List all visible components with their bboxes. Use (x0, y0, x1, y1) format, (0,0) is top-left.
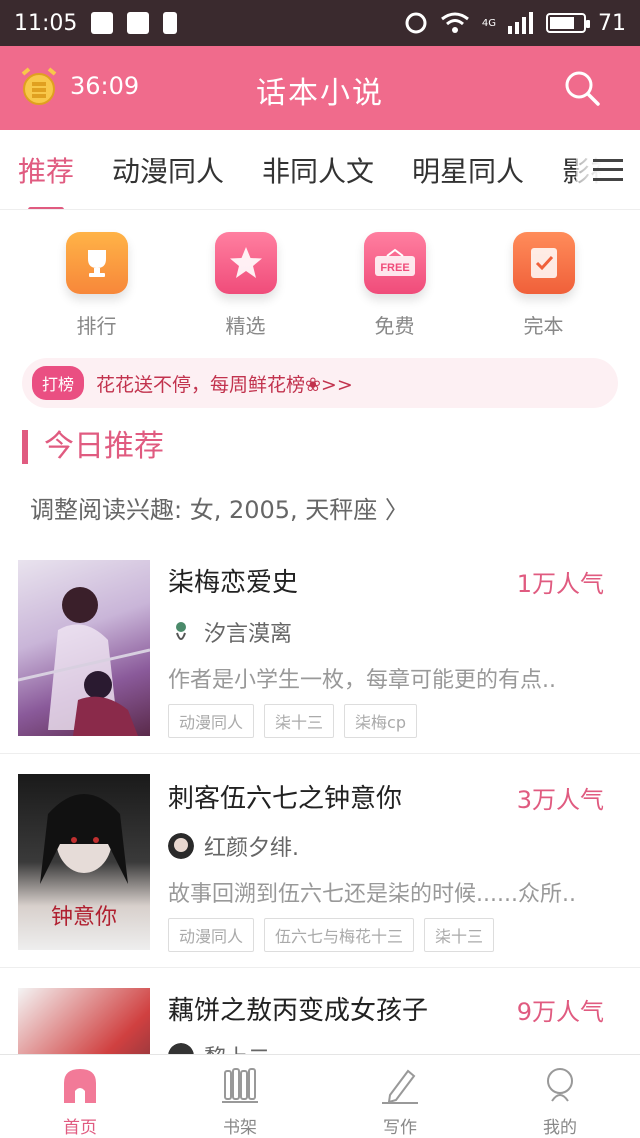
nav-home[interactable]: 首页 (0, 1055, 160, 1138)
tab-recommend[interactable]: 推荐 (18, 150, 74, 209)
bottom-navigation: 首页 书架 写作 我的 (0, 1054, 640, 1138)
nav-label: 首页 (63, 1118, 97, 1138)
nav-label: 写作 (383, 1118, 417, 1138)
quick-entry-label: 排行 (76, 314, 117, 338)
status-time: 11:05 (14, 10, 78, 36)
tab-anime-fanfic[interactable]: 动漫同人 (112, 150, 224, 190)
book-popularity: 3万人气 (516, 786, 604, 814)
image-icon (127, 12, 150, 34)
network-type: 4G (481, 17, 496, 29)
book-tag[interactable]: 动漫同人 (168, 704, 255, 738)
book-author: 红颜夕绯. (168, 830, 299, 862)
author-name: 红颜夕绯. (204, 836, 299, 861)
nav-write[interactable]: 写作 (320, 1055, 480, 1138)
bookshelf-icon (222, 1068, 258, 1103)
status-bar: 11:05 4G 71 (0, 0, 640, 46)
adjust-interest-link[interactable]: 调整阅读兴趣: 女, 2005, 天秤座 〉 (30, 490, 409, 525)
author-avatar (168, 833, 194, 859)
free-sign-icon: FREE (363, 232, 426, 294)
trophy-icon (65, 232, 128, 294)
quick-entry-label: 完本 (523, 314, 564, 338)
book-popularity: 1万人气 (516, 570, 604, 598)
home-icon (64, 1069, 96, 1103)
book-item[interactable]: 柒梅恋爱史 1万人气 汐言漠离 作者是小学生一枚，每章可能更的有点.. 动漫同人… (0, 548, 640, 754)
menu-icon (593, 158, 623, 181)
book-description: 故事回溯到伍六七还是柒的时候......众所.. (168, 882, 576, 907)
book-cover (18, 560, 150, 736)
app-header: 36:09 话本小说 (0, 46, 640, 130)
quick-entries: 排行 精选 FREE 免费 完本 (0, 232, 640, 339)
book-title: 藕饼之敖丙变成女孩子 (168, 996, 429, 1026)
upload-icon (91, 12, 114, 34)
wifi-icon (440, 12, 469, 33)
quick-entry-featured[interactable]: 精选 (171, 232, 320, 339)
quick-entry-free[interactable]: FREE 免费 (320, 232, 469, 339)
author-name: 汐言漠离 (204, 622, 293, 647)
nav-mine[interactable]: 我的 (480, 1055, 640, 1138)
section-title: 今日推荐 (22, 430, 164, 464)
promo-text: 花花送不停，每周鲜花榜❀>> (96, 373, 353, 396)
book-tags: 动漫同人 伍六七与梅花十三 柒十三 (168, 918, 495, 952)
signal-icon (508, 12, 533, 34)
book-cover: 钟意你 (18, 774, 150, 950)
svg-text:FREE: FREE (380, 262, 409, 274)
promo-tag: 打榜 (32, 366, 85, 400)
book-tag[interactable]: 动漫同人 (168, 918, 255, 952)
book-tag[interactable]: 伍六七与梅花十三 (264, 918, 415, 952)
flower-ranking-banner[interactable]: 打榜 花花送不停，每周鲜花榜❀>> (22, 358, 618, 408)
book-tags: 动漫同人 柒十三 柒梅cp (168, 704, 417, 738)
nav-bookshelf[interactable]: 书架 (160, 1055, 320, 1138)
category-tabs: 推荐 动漫同人 非同人文 明星同人 影视 (0, 130, 640, 210)
pen-icon (382, 1069, 418, 1104)
quick-entry-label: 免费 (374, 314, 415, 338)
book-tag[interactable]: 柒梅cp (344, 704, 417, 738)
nav-label: 我的 (543, 1118, 577, 1138)
search-icon[interactable] (562, 68, 602, 108)
call-icon (405, 12, 427, 34)
author-avatar (168, 619, 194, 645)
quick-entry-label: 精选 (225, 314, 266, 338)
book-tag[interactable]: 柒十三 (264, 704, 335, 738)
nav-label: 书架 (223, 1118, 257, 1138)
star-icon (214, 232, 277, 294)
check-book-icon (512, 232, 575, 294)
app-title: 话本小说 (256, 76, 384, 111)
quick-entry-ranking[interactable]: 排行 (22, 232, 171, 339)
author-avatar (168, 1043, 194, 1054)
book-popularity: 9万人气 (516, 998, 604, 1026)
book-author: 汐言漠离 (168, 616, 292, 648)
author-name: 黎上二 (204, 1040, 270, 1054)
book-author: 黎上二 (168, 1040, 270, 1054)
book-cover (18, 988, 150, 1054)
book-tag[interactable]: 柒十三 (424, 918, 495, 952)
user-icon (547, 1068, 573, 1102)
tabs-menu-button[interactable] (576, 130, 640, 209)
battery-saver-icon (163, 12, 178, 34)
book-title: 刺客伍六七之钟意你 (168, 784, 403, 814)
book-item[interactable]: 藕饼之敖丙变成女孩子 9万人气 黎上二 (0, 976, 640, 1054)
book-title: 柒梅恋爱史 (168, 568, 299, 598)
quick-entry-completed[interactable]: 完本 (469, 232, 618, 339)
tab-original[interactable]: 非同人文 (262, 150, 374, 190)
cover-title-text: 钟意你 (51, 905, 117, 930)
book-description: 作者是小学生一枚，每章可能更的有点.. (168, 668, 556, 693)
book-item[interactable]: 钟意你 刺客伍六七之钟意你 3万人气 红颜夕绯. 故事回溯到伍六七还是柒的时候.… (0, 762, 640, 968)
tab-celebrity-fanfic[interactable]: 明星同人 (412, 150, 524, 190)
battery-level: 71 (598, 10, 626, 36)
battery-icon (546, 13, 590, 33)
